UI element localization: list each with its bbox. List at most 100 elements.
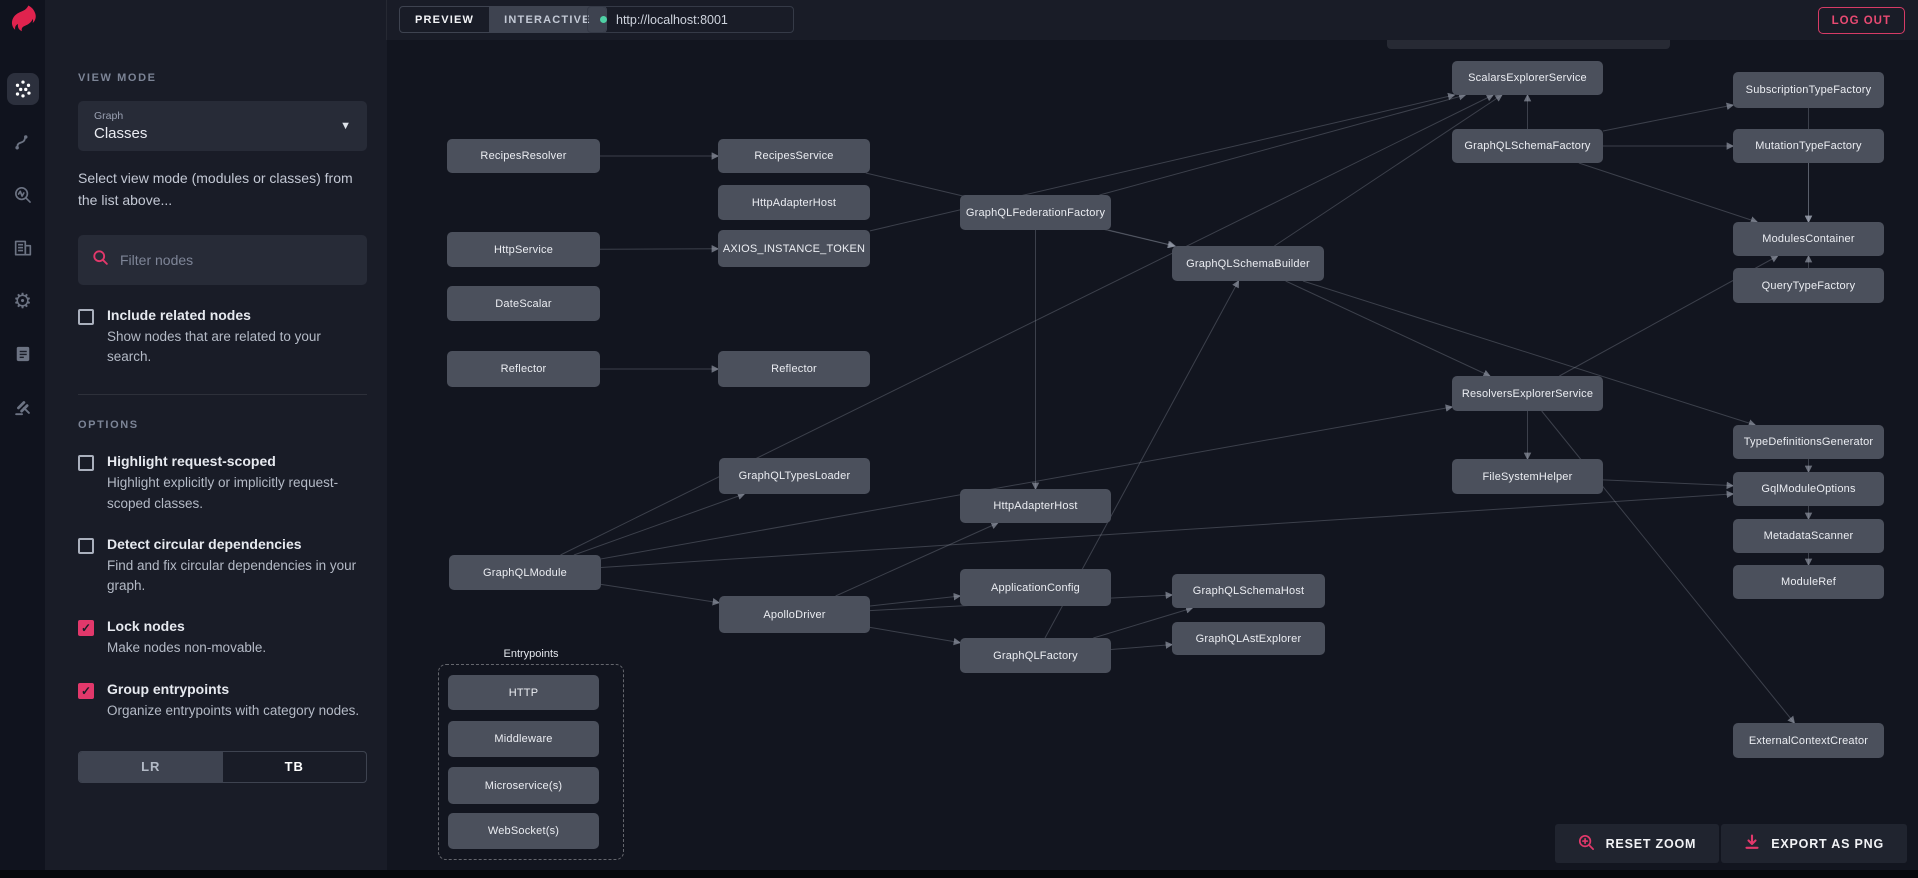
audit-gavel-icon bbox=[12, 396, 34, 418]
inspect-icon bbox=[12, 184, 34, 206]
lock-nodes-row[interactable]: ✓ Lock nodes Make nodes non-movable. bbox=[78, 618, 367, 658]
graph-node-file-system-helper[interactable]: FileSystemHelper bbox=[1452, 459, 1603, 494]
mode-toggle: PREVIEW INTERACTIVE bbox=[399, 6, 607, 33]
graph-node-ep-http[interactable]: HTTP bbox=[448, 675, 599, 710]
nestjs-logo-icon[interactable] bbox=[7, 2, 39, 39]
rail-inspect-button[interactable] bbox=[7, 179, 39, 211]
settings-gear-icon: ⚙ bbox=[13, 291, 32, 312]
chevron-down-icon: ▼ bbox=[340, 120, 351, 132]
include-related-checkbox[interactable] bbox=[78, 309, 94, 325]
export-png-button[interactable]: EXPORT AS PNG bbox=[1721, 824, 1907, 863]
group-entrypoints-checkbox[interactable]: ✓ bbox=[78, 683, 94, 699]
graph-node-recipes-service[interactable]: RecipesService bbox=[718, 139, 870, 173]
highlight-request-scoped-row[interactable]: Highlight request-scoped Highlight expli… bbox=[78, 453, 367, 514]
layout-direction-toggle: LR TB bbox=[78, 751, 367, 783]
rail-routes-button[interactable] bbox=[7, 126, 39, 158]
graph-node-http-service[interactable]: HttpService bbox=[447, 232, 600, 267]
graph-node-scalars-explorer-service[interactable]: ScalarsExplorerService bbox=[1452, 61, 1603, 95]
highlight-request-scoped-checkbox[interactable] bbox=[78, 455, 94, 471]
graph-node-graphql-ast-explorer[interactable]: GraphQLAstExplorer bbox=[1172, 622, 1325, 655]
reset-zoom-button[interactable]: RESET ZOOM bbox=[1555, 824, 1720, 863]
target-url-text: http://localhost:8001 bbox=[616, 13, 728, 27]
route-icon bbox=[12, 131, 34, 153]
graph-node-http-adapter-host-1[interactable]: HttpAdapterHost bbox=[718, 185, 870, 220]
select-value: Classes bbox=[94, 125, 147, 142]
graph-node-recipes-resolver[interactable]: RecipesResolver bbox=[447, 139, 600, 173]
graph-node-resolvers-explorer-service[interactable]: ResolversExplorerService bbox=[1452, 376, 1603, 411]
graph-node-gql-module-options[interactable]: GqlModuleOptions bbox=[1733, 472, 1884, 506]
rail-notes-button[interactable] bbox=[7, 338, 39, 370]
graph-node-graphql-factory[interactable]: GraphQLFactory bbox=[960, 638, 1111, 673]
rail-graph-button[interactable] bbox=[7, 73, 39, 105]
icon-rail: ⚙ bbox=[0, 40, 45, 870]
checkbox-title: Highlight request-scoped bbox=[107, 453, 367, 469]
graph-node-type-definitions-generator[interactable]: TypeDefinitionsGenerator bbox=[1733, 425, 1884, 459]
graph-node-query-type-factory[interactable]: QueryTypeFactory bbox=[1733, 268, 1884, 303]
canvas-actions: RESET ZOOM EXPORT AS PNG bbox=[1555, 824, 1907, 863]
preview-tab[interactable]: PREVIEW bbox=[400, 7, 489, 32]
graph-node-subscription-type-factory[interactable]: SubscriptionTypeFactory bbox=[1733, 72, 1884, 108]
graph-node-ep-websockets[interactable]: WebSocket(s) bbox=[448, 813, 599, 849]
options-title: OPTIONS bbox=[78, 419, 367, 431]
checkbox-subtitle: Make nodes non-movable. bbox=[107, 638, 266, 658]
graph-canvas[interactable]: Entrypoints RecipesResolverRecipesServic… bbox=[387, 40, 1918, 870]
graph-mode-select[interactable]: Graph Classes ▼ bbox=[78, 101, 367, 151]
header-divider bbox=[386, 0, 387, 40]
download-icon bbox=[1744, 834, 1760, 853]
connection-status-dot bbox=[600, 16, 607, 23]
search-icon bbox=[92, 249, 109, 271]
graph-node-http-adapter-host-2[interactable]: HttpAdapterHost bbox=[960, 489, 1111, 523]
group-entrypoints-row[interactable]: ✓ Group entrypoints Organize entrypoints… bbox=[78, 681, 367, 721]
graph-node-mutation-type-factory[interactable]: MutationTypeFactory bbox=[1733, 129, 1884, 163]
graph-node-apollo-driver[interactable]: ApolloDriver bbox=[719, 596, 870, 633]
graph-node-date-scalar[interactable]: DateScalar bbox=[447, 286, 600, 321]
checkbox-title: Group entrypoints bbox=[107, 681, 359, 697]
graph-node-reflector-1[interactable]: Reflector bbox=[447, 351, 600, 387]
lock-nodes-checkbox[interactable]: ✓ bbox=[78, 620, 94, 636]
graph-node-application-config[interactable]: ApplicationConfig bbox=[960, 569, 1111, 606]
graph-node-reflector-2[interactable]: Reflector bbox=[718, 351, 870, 387]
view-mode-description: Select view mode (modules or classes) fr… bbox=[78, 167, 367, 212]
graph-node-axios-instance-token[interactable]: AXIOS_INSTANCE_TOKEN bbox=[718, 230, 870, 267]
export-png-label: EXPORT AS PNG bbox=[1771, 837, 1884, 851]
detect-circular-row[interactable]: Detect circular dependencies Find and fi… bbox=[78, 536, 367, 597]
checkbox-subtitle: Show nodes that are related to your sear… bbox=[107, 327, 367, 368]
reset-zoom-label: RESET ZOOM bbox=[1606, 837, 1697, 851]
graph-node-graphql-types-loader[interactable]: GraphQLTypesLoader bbox=[719, 458, 870, 494]
graph-node-graphql-schema-host[interactable]: GraphQLSchemaHost bbox=[1172, 574, 1325, 608]
notes-icon bbox=[13, 344, 33, 364]
graph-node-graphql-schema-factory[interactable]: GraphQLSchemaFactory bbox=[1452, 129, 1603, 163]
rail-audit-button[interactable] bbox=[7, 391, 39, 423]
bottom-strip bbox=[0, 870, 1918, 878]
graph-node-metadata-scanner[interactable]: MetadataScanner bbox=[1733, 519, 1884, 553]
graph-node-graphql-module[interactable]: GraphQLModule bbox=[449, 555, 601, 590]
sidebar: VIEW MODE Graph Classes ▼ Select view mo… bbox=[45, 40, 387, 870]
graph-node-graphql-federation-factory[interactable]: GraphQLFederationFactory bbox=[960, 195, 1111, 230]
filter-nodes-input[interactable] bbox=[120, 252, 353, 268]
graph-node-graphql-schema-builder[interactable]: GraphQLSchemaBuilder bbox=[1172, 246, 1324, 281]
detect-circular-checkbox[interactable] bbox=[78, 538, 94, 554]
graph-dots-icon bbox=[12, 78, 34, 100]
graph-node-ep-middleware[interactable]: Middleware bbox=[448, 721, 599, 757]
graph-node-modules-container[interactable]: ModulesContainer bbox=[1733, 222, 1884, 256]
organization-icon bbox=[12, 237, 34, 259]
graph-node-external-context-creator[interactable]: ExternalContextCreator bbox=[1733, 723, 1884, 758]
checkbox-subtitle: Organize entrypoints with category nodes… bbox=[107, 701, 359, 721]
logo-zone bbox=[0, 0, 45, 40]
layout-tb-button[interactable]: TB bbox=[223, 752, 367, 782]
app-root: PREVIEW INTERACTIVE http://localhost:800… bbox=[0, 0, 1918, 878]
layout-lr-button[interactable]: LR bbox=[79, 752, 223, 782]
graph-node-module-ref[interactable]: ModuleRef bbox=[1733, 565, 1884, 599]
checkbox-title: Lock nodes bbox=[107, 618, 266, 634]
checkbox-subtitle: Find and fix circular dependencies in yo… bbox=[107, 556, 367, 597]
include-related-row[interactable]: Include related nodes Show nodes that ar… bbox=[78, 307, 367, 368]
checkbox-title: Include related nodes bbox=[107, 307, 367, 323]
top-bar: PREVIEW INTERACTIVE http://localhost:800… bbox=[0, 0, 1918, 40]
sidebar-divider bbox=[78, 394, 367, 395]
target-url-box[interactable]: http://localhost:8001 bbox=[587, 6, 794, 33]
graph-node-ep-microservices[interactable]: Microservice(s) bbox=[448, 767, 599, 804]
rail-settings-button[interactable]: ⚙ bbox=[7, 285, 39, 317]
logout-button[interactable]: LOG OUT bbox=[1818, 7, 1905, 34]
rail-organization-button[interactable] bbox=[7, 232, 39, 264]
filter-nodes-box bbox=[78, 235, 367, 285]
